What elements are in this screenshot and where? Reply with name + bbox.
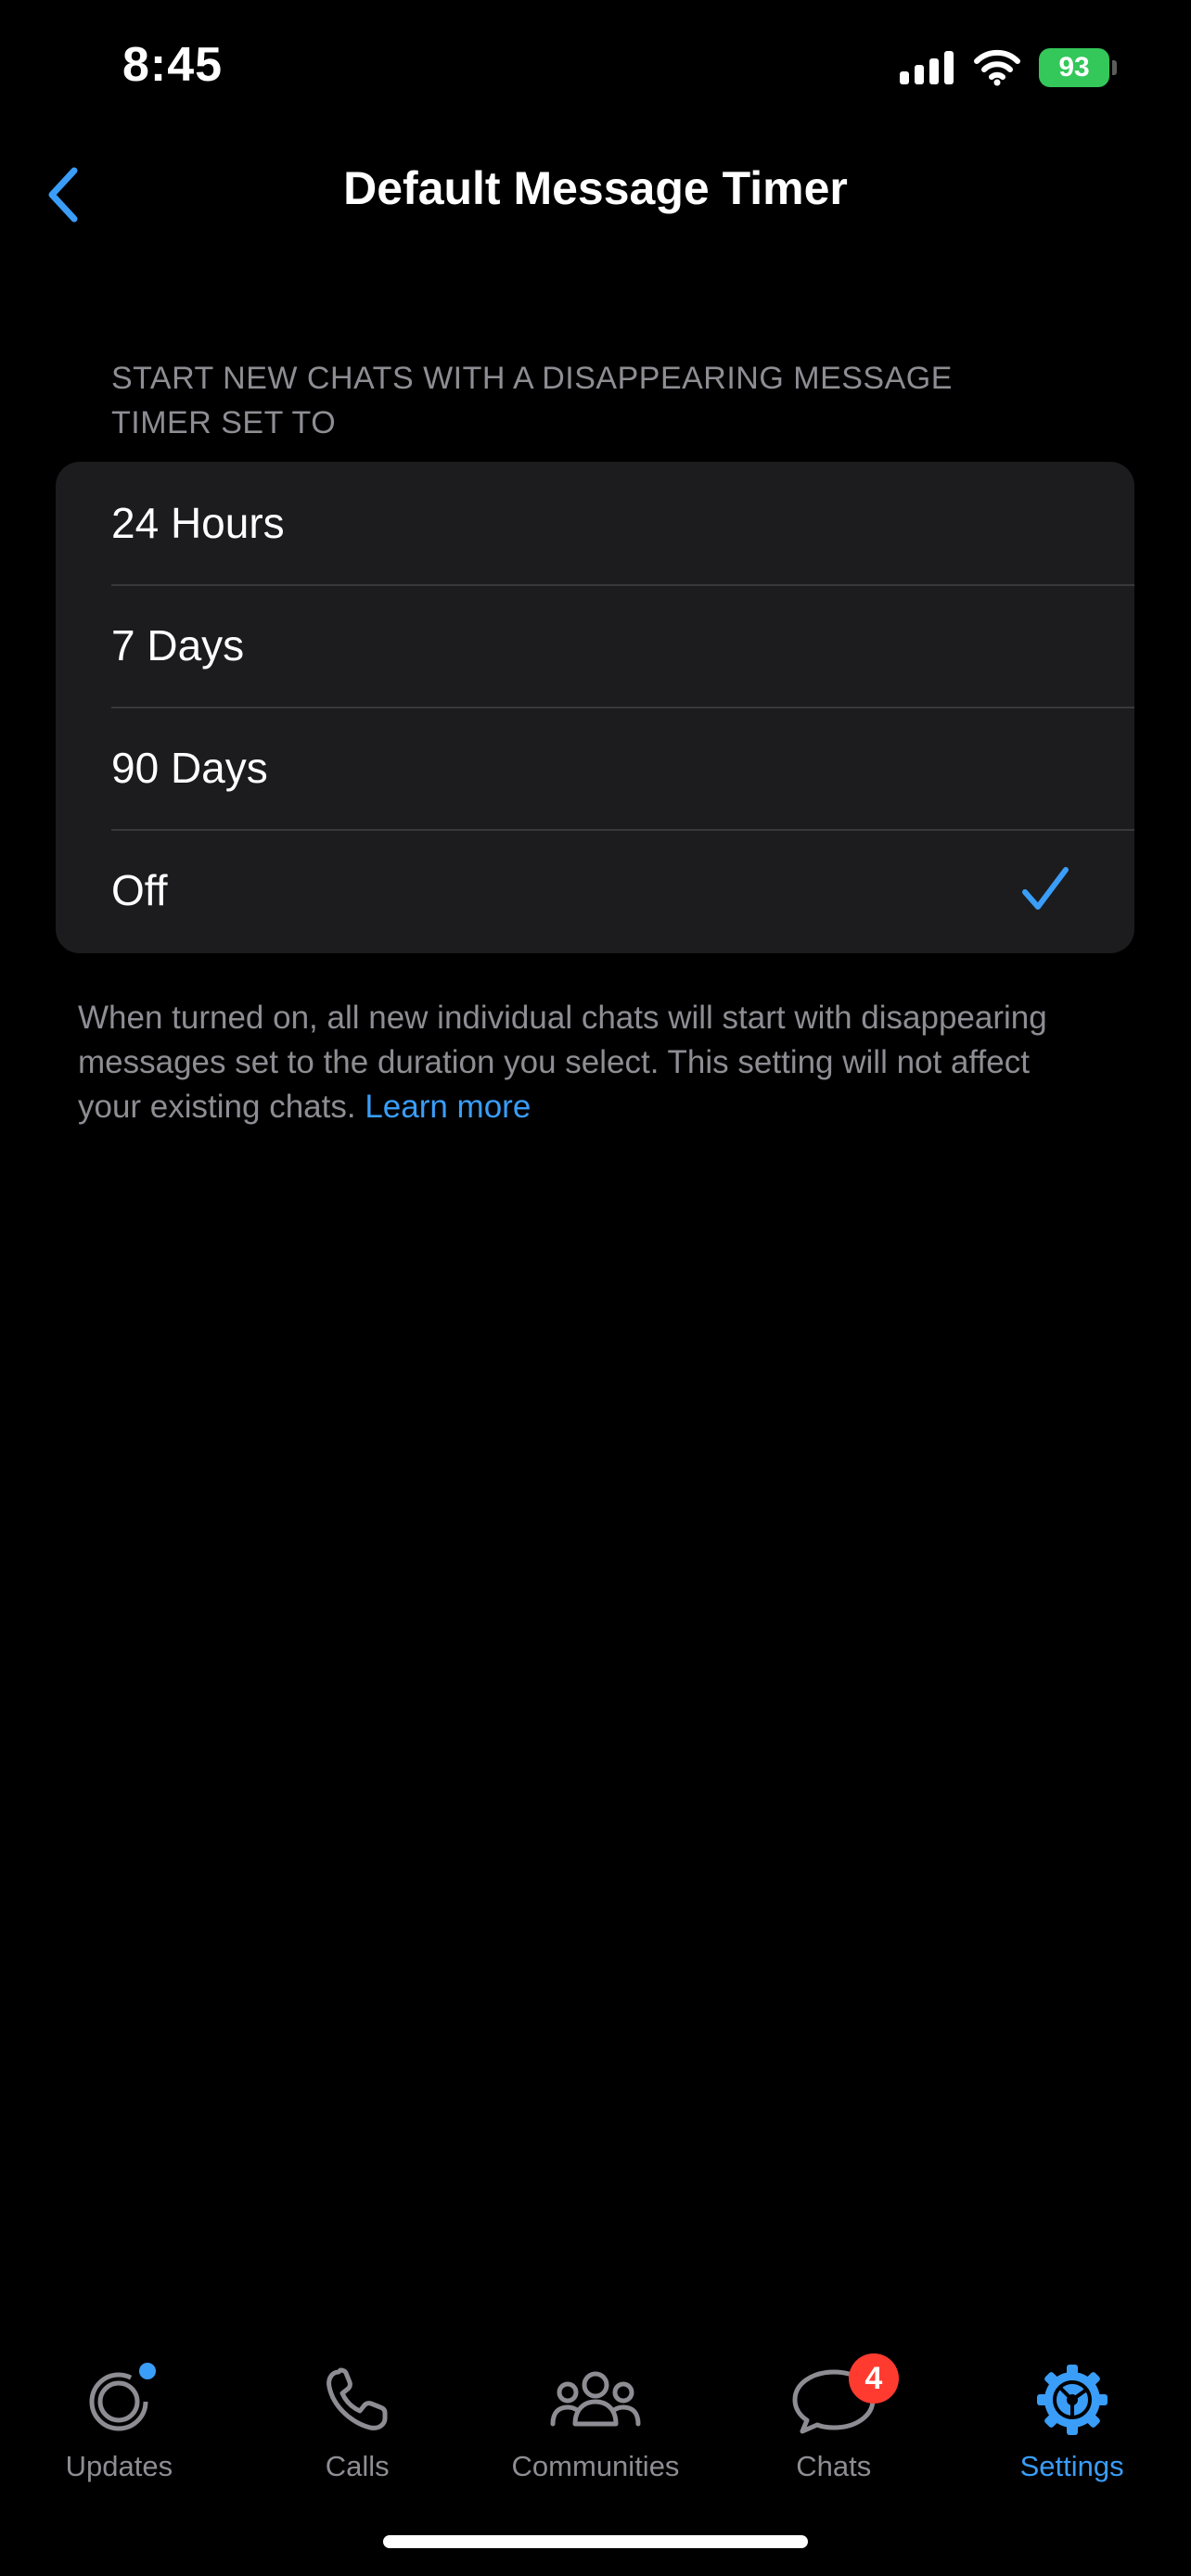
chats-unread-badge: 4: [848, 2353, 899, 2404]
learn-more-link[interactable]: Learn more: [365, 1089, 531, 1125]
option-label: 7 Days: [111, 621, 245, 670]
wifi-icon: [974, 49, 1020, 86]
tab-settings[interactable]: Settings: [953, 2337, 1191, 2485]
status-time: 8:45: [122, 38, 224, 92]
option-label: 90 Days: [111, 744, 268, 792]
cellular-signal-icon: [900, 51, 954, 84]
communities-icon: [550, 2371, 641, 2427]
status-icons: 93: [900, 46, 1117, 89]
tab-bar: Updates Calls Communities 4 Chats Settin…: [0, 2337, 1191, 2485]
option-24-hours[interactable]: 24 Hours: [56, 462, 1134, 584]
settings-gear-icon: [1036, 2365, 1108, 2435]
tab-label: Updates: [65, 2450, 173, 2482]
footer-note: When turned on, all new individual chats…: [78, 996, 1080, 1129]
tab-label: Calls: [325, 2450, 390, 2482]
battery-level: 93: [1039, 48, 1109, 87]
option-90-days[interactable]: 90 Days: [56, 707, 1134, 829]
tab-communities[interactable]: Communities: [477, 2337, 715, 2485]
battery-cap: [1112, 60, 1117, 75]
home-indicator[interactable]: [383, 2535, 808, 2548]
footer-text: When turned on, all new individual chats…: [78, 1000, 1047, 1125]
status-bar: 8:45 93: [0, 0, 1191, 130]
tab-label: Chats: [796, 2450, 872, 2482]
option-off[interactable]: Off: [56, 829, 1134, 951]
option-7-days[interactable]: 7 Days: [56, 584, 1134, 707]
option-label: Off: [111, 866, 168, 914]
timer-options-list: 24 Hours 7 Days 90 Days Off: [56, 462, 1134, 953]
tab-chats[interactable]: 4 Chats: [714, 2337, 953, 2485]
section-header: START NEW CHATS WITH A DISAPPEARING MESS…: [111, 361, 953, 440]
tab-label: Settings: [1019, 2450, 1124, 2482]
tab-updates[interactable]: Updates: [0, 2337, 238, 2485]
tab-calls[interactable]: Calls: [238, 2337, 477, 2485]
tab-label: Communities: [511, 2450, 680, 2482]
battery-indicator: 93: [1039, 48, 1117, 87]
checkmark-icon: [1022, 867, 1069, 910]
phone-icon: [327, 2367, 388, 2430]
navigation-bar: Default Message Timer: [0, 139, 1191, 243]
option-label: 24 Hours: [111, 499, 285, 547]
page-title: Default Message Timer: [343, 162, 848, 214]
